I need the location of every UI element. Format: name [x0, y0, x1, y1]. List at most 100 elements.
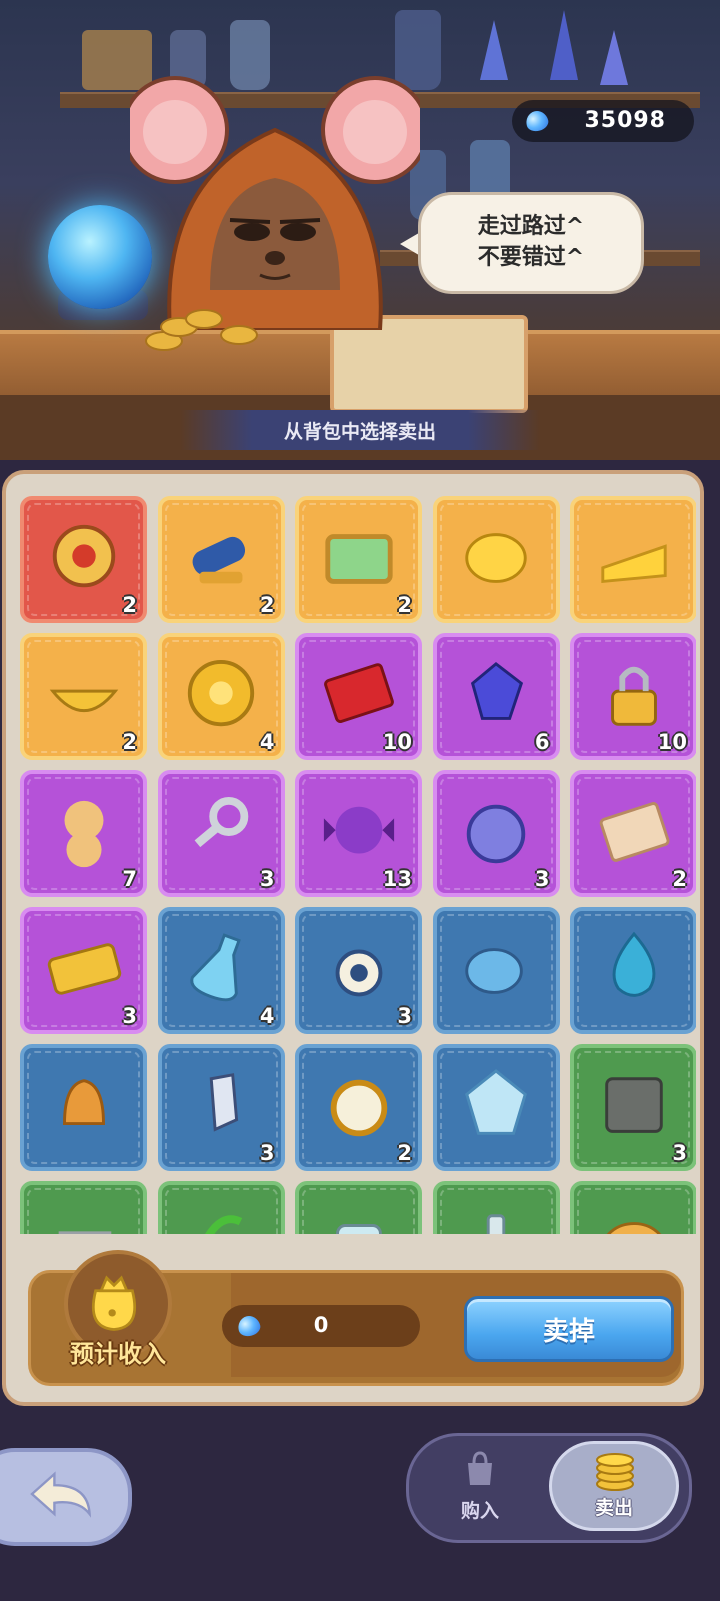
inventory-slot[interactable]: 4	[157, 633, 285, 760]
item-count: 10	[382, 730, 412, 754]
crystal-decoration	[600, 30, 628, 85]
inventory-slot[interactable]: 2	[295, 496, 422, 623]
item-count: 4	[259, 730, 275, 754]
inventory-slot[interactable]: 13	[295, 770, 422, 897]
inventory-slot[interactable]	[432, 1044, 560, 1171]
speech-line-2: 不要错过^	[477, 245, 585, 270]
item-count: 2	[122, 593, 137, 617]
inventory-slot[interactable]	[157, 1181, 285, 1234]
item-count: 2	[259, 593, 275, 617]
item-count: 2	[397, 1141, 412, 1165]
potion-icon	[486, 1213, 506, 1234]
item-count: 3	[397, 1004, 412, 1028]
golden-bowl-icon	[49, 689, 118, 712]
inventory-slot[interactable]: 3	[432, 770, 560, 897]
amulet-icon	[335, 949, 382, 996]
teddy-bear-icon	[64, 800, 103, 867]
inventory-slot[interactable]: 7	[20, 770, 147, 897]
back-button[interactable]	[0, 1448, 132, 1546]
inventory-slot[interactable]: 10	[570, 633, 696, 760]
pufferfish-icon	[465, 947, 523, 994]
inventory-slot[interactable]	[20, 1181, 147, 1234]
vip-ticket-icon	[47, 942, 121, 995]
shop-scene: 35098 走过路过^ 不要错过^ 从背包中选择卖出	[0, 0, 720, 460]
inventory-slot[interactable]	[432, 907, 560, 1034]
item-count: 3	[259, 1141, 275, 1165]
gold-coins-decoration	[140, 305, 258, 351]
padlock-icon	[610, 666, 657, 726]
item-count: 2	[397, 593, 412, 617]
inventory-slot[interactable]	[570, 907, 696, 1034]
stopwatch-icon	[466, 804, 526, 863]
inventory-slot[interactable]: 6	[432, 633, 560, 760]
inventory-slot[interactable]	[432, 1181, 560, 1234]
shop-mode-tabs: 购入 卖出	[406, 1433, 692, 1543]
sprout-icon	[204, 1214, 243, 1234]
inventory-slot[interactable]	[432, 496, 560, 623]
bread-icon	[605, 1221, 662, 1234]
inventory-slot[interactable]: 2	[157, 496, 285, 623]
item-count: 2	[672, 867, 687, 891]
item-count: 2	[122, 730, 137, 754]
inventory-slot[interactable]: 4	[157, 907, 285, 1034]
currency-counter: 35098	[512, 100, 694, 142]
key-icon	[194, 796, 249, 847]
item-count: 13	[382, 867, 412, 891]
dagger-icon	[58, 1230, 111, 1234]
speech-line-1: 走过路过^	[477, 214, 585, 239]
candy-icon	[323, 806, 394, 853]
income-value: 0	[313, 1313, 329, 1337]
item-count: 6	[534, 730, 550, 754]
item-count: 4	[259, 1004, 275, 1028]
shopping-bag-icon	[468, 1451, 492, 1485]
instruction-text: 从背包中选择卖出	[283, 421, 436, 443]
cannon-icon	[192, 536, 246, 583]
inventory-slot[interactable]: 2	[295, 1044, 422, 1171]
inventory-slot[interactable]: 3	[570, 1044, 696, 1171]
inventory-slot[interactable]: 3	[157, 770, 285, 897]
crystal-decoration	[550, 10, 578, 80]
bell-icon	[62, 1078, 105, 1125]
inventory-slot[interactable]	[20, 1044, 147, 1171]
cheese-icon	[600, 543, 667, 583]
inventory-slot[interactable]: 2	[570, 770, 696, 897]
tab-buy[interactable]: 购入	[415, 1441, 545, 1531]
inventory-slot[interactable]: 3	[20, 907, 147, 1034]
inventory-slot[interactable]	[570, 496, 696, 623]
inventory-slot[interactable]: 3	[157, 1044, 285, 1171]
inventory-slot[interactable]	[570, 1181, 696, 1234]
income-display: 0	[222, 1305, 420, 1347]
blue-gem-icon	[523, 108, 551, 134]
shopkeeper-mouse-character	[130, 76, 420, 330]
red-book-icon	[323, 662, 394, 723]
tab-sell-label: 卖出	[594, 1497, 633, 1519]
inventory-slot[interactable]: 3	[295, 907, 422, 1034]
inventory-grid[interactable]: 2 2 2 2 4 10 6 10 7 3 13 3 2 3 4 3 3 2 3	[20, 496, 696, 1234]
inventory-slot[interactable]	[295, 1181, 422, 1234]
clover-coin-icon	[187, 659, 255, 726]
currency-value: 35098	[584, 108, 666, 133]
sell-button-label: 卖掉	[542, 1317, 595, 1347]
item-count: 10	[657, 730, 687, 754]
crystal-shard-icon	[209, 1072, 239, 1132]
sell-button[interactable]: 卖掉	[464, 1296, 674, 1362]
crystal-decoration	[480, 20, 508, 80]
inventory-slot[interactable]: 2	[20, 633, 147, 760]
ice-crystal-icon	[465, 1068, 527, 1135]
speech-bubble: 走过路过^ 不要错过^	[418, 192, 644, 294]
spinning-wheel-icon	[52, 524, 115, 587]
love-letter-icon	[599, 801, 669, 862]
item-count: 3	[672, 1141, 687, 1165]
item-count: 3	[534, 867, 550, 891]
item-count: 3	[259, 867, 275, 891]
item-count: 3	[122, 1004, 137, 1028]
tab-buy-label: 购入	[460, 1500, 499, 1522]
inventory-slot[interactable]: 10	[295, 633, 422, 760]
income-label: 预计收入	[70, 1340, 166, 1368]
inventory-slot[interactable]: 2	[20, 496, 147, 623]
coin-stack-icon	[596, 1453, 634, 1491]
water-drop-icon	[612, 931, 655, 997]
gem-icon	[470, 661, 524, 720]
tab-sell[interactable]: 卖出	[549, 1441, 679, 1531]
alarm-clock-icon	[330, 1079, 387, 1136]
